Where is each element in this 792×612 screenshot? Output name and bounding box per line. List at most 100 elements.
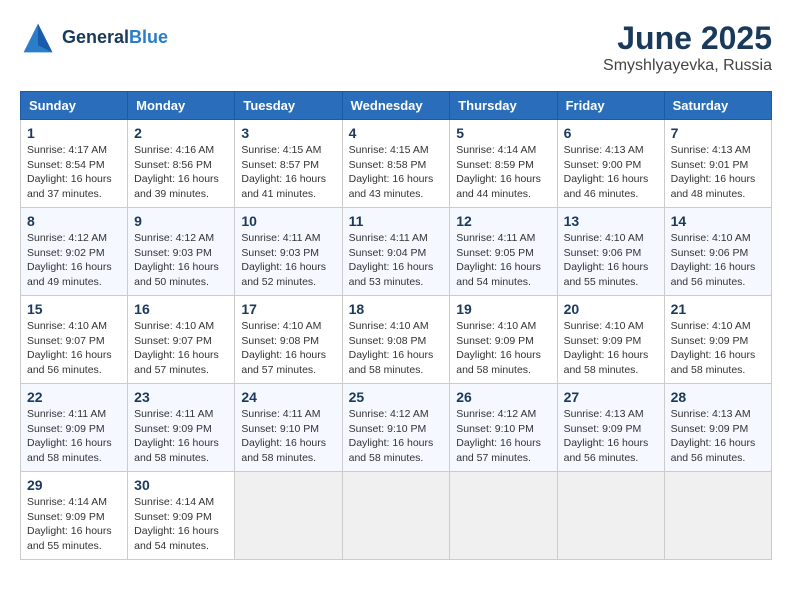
calendar-cell: 16 Sunrise: 4:10 AMSunset: 9:07 PMDayligh… <box>128 296 235 384</box>
day-info: Sunrise: 4:12 AMSunset: 9:03 PMDaylight:… <box>134 231 228 290</box>
calendar-cell: 30Sunrise: 4:14 AMSunset: 9:09 PMDayligh… <box>128 472 235 560</box>
weekday-header-monday: Monday <box>128 92 235 120</box>
day-number: 21 <box>671 301 765 317</box>
day-number: 2 <box>134 125 228 141</box>
calendar-cell: 2 Sunrise: 4:16 AMSunset: 8:56 PMDaylight… <box>128 120 235 208</box>
day-info: Sunrise: 4:14 AMSunset: 8:59 PMDaylight:… <box>456 143 550 202</box>
day-info: Sunrise: 4:12 AMSunset: 9:02 PMDaylight:… <box>27 231 121 290</box>
day-number: 3 <box>241 125 335 141</box>
page-header: GeneralBlue June 2025 Smyshlyayevka, Rus… <box>20 20 772 75</box>
day-info: Sunrise: 4:17 AMSunset: 8:54 PMDaylight:… <box>27 143 121 202</box>
day-number: 5 <box>456 125 550 141</box>
calendar-cell: 29Sunrise: 4:14 AMSunset: 9:09 PMDayligh… <box>21 472 128 560</box>
calendar-cell: 4Sunrise: 4:15 AMSunset: 8:58 PMDaylight… <box>342 120 450 208</box>
day-info: Sunrise: 4:13 AMSunset: 9:09 PMDaylight:… <box>564 407 658 466</box>
week-row-5: 29Sunrise: 4:14 AMSunset: 9:09 PMDayligh… <box>21 472 772 560</box>
day-info: Sunrise: 4:10 AMSunset: 9:08 PMDaylight:… <box>241 319 335 378</box>
calendar-cell: 27 Sunrise: 4:13 AMSunset: 9:09 PMDayligh… <box>557 384 664 472</box>
day-number: 23 <box>134 389 228 405</box>
calendar-cell <box>664 472 771 560</box>
weekday-header-friday: Friday <box>557 92 664 120</box>
calendar-cell: 9 Sunrise: 4:12 AMSunset: 9:03 PMDaylight… <box>128 208 235 296</box>
day-info: Sunrise: 4:12 AMSunset: 9:10 PMDaylight:… <box>349 407 444 466</box>
calendar-cell: 25 Sunrise: 4:12 AMSunset: 9:10 PMDayligh… <box>342 384 450 472</box>
logo: GeneralBlue <box>20 20 168 56</box>
logo-icon <box>20 20 56 56</box>
day-number: 24 <box>241 389 335 405</box>
day-info: Sunrise: 4:13 AMSunset: 9:09 PMDaylight:… <box>671 407 765 466</box>
day-number: 14 <box>671 213 765 229</box>
day-info: Sunrise: 4:10 AMSunset: 9:06 PMDaylight:… <box>564 231 658 290</box>
calendar-cell: 17 Sunrise: 4:10 AMSunset: 9:08 PMDayligh… <box>235 296 342 384</box>
calendar-cell: 15Sunrise: 4:10 AMSunset: 9:07 PMDayligh… <box>21 296 128 384</box>
day-number: 18 <box>349 301 444 317</box>
calendar-cell: 8 Sunrise: 4:12 AMSunset: 9:02 PMDaylight… <box>21 208 128 296</box>
calendar-cell <box>235 472 342 560</box>
day-number: 28 <box>671 389 765 405</box>
calendar-cell: 1 Sunrise: 4:17 AMSunset: 8:54 PMDaylight… <box>21 120 128 208</box>
week-row-3: 15Sunrise: 4:10 AMSunset: 9:07 PMDayligh… <box>21 296 772 384</box>
weekday-header-thursday: Thursday <box>450 92 557 120</box>
calendar-cell: 11Sunrise: 4:11 AMSunset: 9:04 PMDayligh… <box>342 208 450 296</box>
calendar-cell: 24 Sunrise: 4:11 AMSunset: 9:10 PMDayligh… <box>235 384 342 472</box>
calendar-cell: 10 Sunrise: 4:11 AMSunset: 9:03 PMDayligh… <box>235 208 342 296</box>
day-info: Sunrise: 4:11 AMSunset: 9:10 PMDaylight:… <box>241 407 335 466</box>
calendar-cell: 26 Sunrise: 4:12 AMSunset: 9:10 PMDayligh… <box>450 384 557 472</box>
day-info: Sunrise: 4:10 AMSunset: 9:07 PMDaylight:… <box>134 319 228 378</box>
week-row-2: 8 Sunrise: 4:12 AMSunset: 9:02 PMDaylight… <box>21 208 772 296</box>
day-info: Sunrise: 4:15 AMSunset: 8:57 PMDaylight:… <box>241 143 335 202</box>
day-number: 6 <box>564 125 658 141</box>
calendar-cell: 18 Sunrise: 4:10 AMSunset: 9:08 PMDayligh… <box>342 296 450 384</box>
day-info: Sunrise: 4:10 AMSunset: 9:09 PMDaylight:… <box>671 319 765 378</box>
day-info: Sunrise: 4:16 AMSunset: 8:56 PMDaylight:… <box>134 143 228 202</box>
month-title: June 2025 <box>603 20 772 57</box>
day-number: 29 <box>27 477 121 493</box>
day-info: Sunrise: 4:12 AMSunset: 9:10 PMDaylight:… <box>456 407 550 466</box>
day-info: Sunrise: 4:11 AMSunset: 9:09 PMDaylight:… <box>27 407 121 466</box>
title-block: June 2025 Smyshlyayevka, Russia <box>603 20 772 75</box>
day-number: 4 <box>349 125 444 141</box>
week-row-4: 22Sunrise: 4:11 AMSunset: 9:09 PMDayligh… <box>21 384 772 472</box>
calendar-cell: 7Sunrise: 4:13 AMSunset: 9:01 PMDaylight… <box>664 120 771 208</box>
day-info: Sunrise: 4:10 AMSunset: 9:07 PMDaylight:… <box>27 319 121 378</box>
day-number: 25 <box>349 389 444 405</box>
day-number: 1 <box>27 125 121 141</box>
calendar-cell <box>557 472 664 560</box>
calendar-cell: 6 Sunrise: 4:13 AMSunset: 9:00 PMDaylight… <box>557 120 664 208</box>
weekday-header-row: SundayMondayTuesdayWednesdayThursdayFrid… <box>21 92 772 120</box>
calendar-cell <box>450 472 557 560</box>
weekday-header-tuesday: Tuesday <box>235 92 342 120</box>
day-number: 8 <box>27 213 121 229</box>
day-number: 10 <box>241 213 335 229</box>
day-info: Sunrise: 4:10 AMSunset: 9:08 PMDaylight:… <box>349 319 444 378</box>
day-info: Sunrise: 4:11 AMSunset: 9:04 PMDaylight:… <box>349 231 444 290</box>
calendar-cell: 20 Sunrise: 4:10 AMSunset: 9:09 PMDayligh… <box>557 296 664 384</box>
day-info: Sunrise: 4:11 AMSunset: 9:03 PMDaylight:… <box>241 231 335 290</box>
day-number: 17 <box>241 301 335 317</box>
day-info: Sunrise: 4:10 AMSunset: 9:06 PMDaylight:… <box>671 231 765 290</box>
calendar-cell: 22Sunrise: 4:11 AMSunset: 9:09 PMDayligh… <box>21 384 128 472</box>
calendar-cell: 21 Sunrise: 4:10 AMSunset: 9:09 PMDayligh… <box>664 296 771 384</box>
day-number: 26 <box>456 389 550 405</box>
day-info: Sunrise: 4:11 AMSunset: 9:05 PMDaylight:… <box>456 231 550 290</box>
calendar-cell: 28 Sunrise: 4:13 AMSunset: 9:09 PMDayligh… <box>664 384 771 472</box>
day-number: 9 <box>134 213 228 229</box>
calendar-cell: 3 Sunrise: 4:15 AMSunset: 8:57 PMDaylight… <box>235 120 342 208</box>
calendar-cell: 23Sunrise: 4:11 AMSunset: 9:09 PMDayligh… <box>128 384 235 472</box>
day-info: Sunrise: 4:10 AMSunset: 9:09 PMDaylight:… <box>456 319 550 378</box>
calendar-cell: 12 Sunrise: 4:11 AMSunset: 9:05 PMDayligh… <box>450 208 557 296</box>
day-number: 20 <box>564 301 658 317</box>
day-number: 7 <box>671 125 765 141</box>
calendar-cell <box>342 472 450 560</box>
day-info: Sunrise: 4:13 AMSunset: 9:00 PMDaylight:… <box>564 143 658 202</box>
day-number: 16 <box>134 301 228 317</box>
day-info: Sunrise: 4:10 AMSunset: 9:09 PMDaylight:… <box>564 319 658 378</box>
day-number: 27 <box>564 389 658 405</box>
weekday-header-wednesday: Wednesday <box>342 92 450 120</box>
calendar-cell: 5 Sunrise: 4:14 AMSunset: 8:59 PMDaylight… <box>450 120 557 208</box>
day-number: 13 <box>564 213 658 229</box>
calendar-cell: 14 Sunrise: 4:10 AMSunset: 9:06 PMDayligh… <box>664 208 771 296</box>
weekday-header-sunday: Sunday <box>21 92 128 120</box>
logo-text: GeneralBlue <box>62 27 168 49</box>
day-number: 12 <box>456 213 550 229</box>
